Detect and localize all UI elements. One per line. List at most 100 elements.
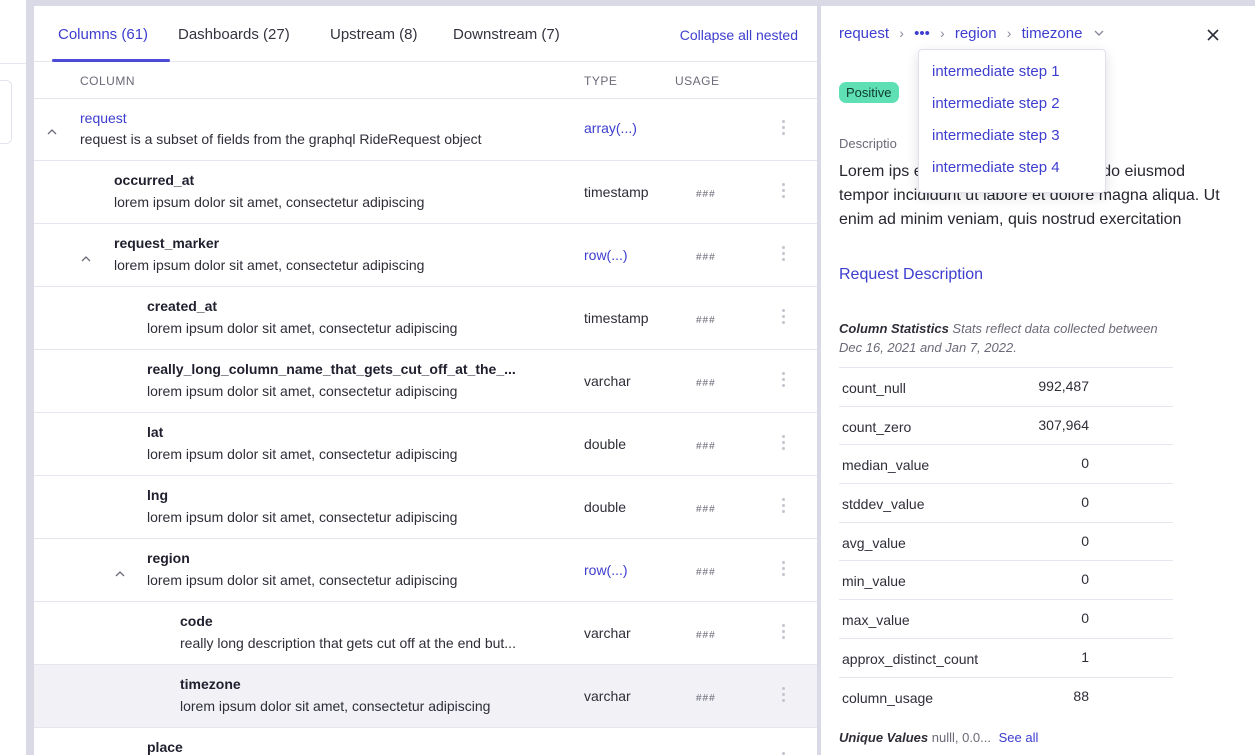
stat-value: 0 bbox=[1081, 532, 1089, 549]
column-description: lorem ipsum dolor sit amet, consectetur … bbox=[180, 698, 491, 714]
column-usage: ### bbox=[696, 630, 716, 641]
kebab-menu-icon[interactable] bbox=[780, 498, 786, 516]
tab-columns[interactable]: Columns (61) bbox=[58, 26, 148, 43]
column-header-usage: USAGE bbox=[675, 74, 720, 88]
table-row[interactable]: code really long description that gets c… bbox=[34, 602, 817, 665]
close-icon[interactable] bbox=[1203, 25, 1223, 45]
column-description: lorem ipsum dolor sit amet, consectetur … bbox=[147, 572, 458, 588]
gutter-divider bbox=[0, 63, 26, 64]
column-description: really long description that gets cut of… bbox=[180, 635, 516, 651]
table-row[interactable]: lng lorem ipsum dolor sit amet, consecte… bbox=[34, 476, 817, 539]
breadcrumb-dropdown-menu: intermediate step 1 intermediate step 2 … bbox=[918, 49, 1106, 193]
column-type: timestamp bbox=[584, 184, 649, 200]
stat-key: count_zero bbox=[842, 418, 912, 435]
stats-title: Column Statistics bbox=[839, 321, 949, 336]
description-label: Descriptio bbox=[839, 136, 897, 151]
breadcrumb-item-request[interactable]: request bbox=[839, 25, 889, 42]
column-type: varchar bbox=[584, 688, 631, 704]
unique-values-preview: nulll, 0.0... bbox=[931, 730, 991, 745]
stat-key: approx_distinct_count bbox=[842, 650, 979, 667]
column-type[interactable]: row(...) bbox=[584, 562, 628, 578]
see-all-link[interactable]: See all bbox=[999, 730, 1039, 745]
column-description: lorem ipsum dolor sit amet, consectetur … bbox=[114, 257, 425, 273]
column-header-type: TYPE bbox=[584, 74, 618, 88]
column-type[interactable]: array(...) bbox=[584, 120, 637, 136]
column-type: double bbox=[584, 436, 627, 452]
table-row[interactable]: occurred_at lorem ipsum dolor sit amet, … bbox=[34, 161, 817, 224]
stat-row: stddev_value 0 bbox=[839, 483, 1173, 522]
column-type[interactable]: row(...) bbox=[584, 247, 628, 263]
column-name: place bbox=[147, 739, 183, 755]
column-usage: ### bbox=[696, 693, 716, 704]
column-usage: ### bbox=[696, 378, 716, 389]
breadcrumb-item-timezone[interactable]: timezone bbox=[1022, 25, 1083, 42]
column-name: request_marker bbox=[114, 235, 220, 251]
column-name[interactable]: request bbox=[80, 110, 127, 126]
chevron-up-icon[interactable] bbox=[113, 567, 127, 581]
stat-value: 1 bbox=[1081, 648, 1089, 665]
statistics-table: count_null 992,487 count_zero 307,964 medi… bbox=[839, 367, 1173, 715]
stat-row: max_value 0 bbox=[839, 599, 1173, 638]
stat-value: 0 bbox=[1081, 610, 1089, 627]
kebab-menu-icon[interactable] bbox=[780, 561, 786, 579]
table-row[interactable]: really_long_column_name_that_gets_cut_of… bbox=[34, 350, 817, 413]
table-row[interactable]: region lorem ipsum dolor sit amet, conse… bbox=[34, 539, 817, 602]
dropdown-item[interactable]: intermediate step 3 bbox=[932, 127, 1060, 144]
stat-value: 0 bbox=[1081, 494, 1089, 511]
breadcrumb-ellipsis-button[interactable]: ••• bbox=[914, 25, 930, 42]
table-row[interactable]: lat lorem ipsum dolor sit amet, consecte… bbox=[34, 413, 817, 476]
kebab-menu-icon[interactable] bbox=[780, 120, 786, 138]
kebab-menu-icon[interactable] bbox=[780, 372, 786, 390]
stat-row: approx_distinct_count 1 bbox=[839, 637, 1173, 677]
column-statistics-heading: Column Statistics Stats reflect data col… bbox=[839, 319, 1169, 357]
column-name: really_long_column_name_that_gets_cut_of… bbox=[147, 361, 516, 377]
column-description: lorem ipsum dolor sit amet, consectetur … bbox=[147, 446, 458, 462]
column-usage: ### bbox=[696, 504, 716, 515]
chevron-down-icon[interactable] bbox=[1093, 25, 1105, 42]
kebab-menu-icon[interactable] bbox=[780, 687, 786, 705]
kebab-menu-icon[interactable] bbox=[780, 435, 786, 453]
stat-key: count_null bbox=[842, 380, 906, 396]
breadcrumb-item-region[interactable]: region bbox=[955, 25, 997, 42]
stat-key: min_value bbox=[842, 573, 906, 590]
tab-downstream[interactable]: Downstream (7) bbox=[453, 26, 560, 43]
stat-row: avg_value 0 bbox=[839, 521, 1173, 561]
table-row[interactable]: request request is a subset of fields fr… bbox=[34, 100, 817, 161]
stat-row: count_zero 307,964 bbox=[839, 405, 1173, 445]
kebab-menu-icon[interactable] bbox=[780, 624, 786, 642]
dropdown-item[interactable]: intermediate step 4 bbox=[932, 159, 1060, 176]
table-header: COLUMN TYPE USAGE bbox=[34, 63, 817, 99]
columns-panel: Columns (61) Dashboards (27) Upstream (8… bbox=[34, 6, 817, 755]
column-type: timestamp bbox=[584, 310, 649, 326]
chevron-up-icon[interactable] bbox=[45, 125, 59, 139]
table-row[interactable]: place bbox=[34, 728, 817, 755]
dropdown-item[interactable]: intermediate step 1 bbox=[932, 63, 1060, 80]
table-row-selected[interactable]: timezone lorem ipsum dolor sit amet, con… bbox=[34, 665, 817, 728]
unique-values-label: Unique Values bbox=[839, 730, 929, 745]
column-name: region bbox=[147, 550, 190, 566]
column-name: occurred_at bbox=[114, 172, 195, 188]
chevron-up-icon[interactable] bbox=[79, 252, 93, 266]
breadcrumb: request › ••• › region › timezone bbox=[839, 24, 1105, 42]
dropdown-item[interactable]: intermediate step 2 bbox=[932, 95, 1060, 112]
stat-row: count_null 992,487 bbox=[839, 367, 1173, 406]
column-usage: ### bbox=[696, 252, 716, 263]
column-description: request is a subset of fields from the g… bbox=[80, 131, 482, 147]
kebab-menu-icon[interactable] bbox=[780, 246, 786, 264]
stat-key: median_value bbox=[842, 457, 930, 474]
column-type: varchar bbox=[584, 625, 631, 641]
tab-dashboards[interactable]: Dashboards (27) bbox=[178, 26, 290, 43]
collapse-all-nested-button[interactable]: Collapse all nested bbox=[680, 27, 798, 43]
tab-upstream[interactable]: Upstream (8) bbox=[330, 26, 418, 43]
stat-value: 0 bbox=[1081, 571, 1089, 588]
kebab-menu-icon[interactable] bbox=[780, 183, 786, 201]
kebab-menu-icon[interactable] bbox=[780, 309, 786, 327]
column-description: lorem ipsum dolor sit amet, consectetur … bbox=[114, 194, 425, 210]
stat-key: max_value bbox=[842, 612, 910, 629]
table-row[interactable]: request_marker lorem ipsum dolor sit ame… bbox=[34, 224, 817, 287]
column-type: double bbox=[584, 499, 627, 515]
stat-key: stddev_value bbox=[842, 496, 925, 513]
table-row[interactable]: created_at lorem ipsum dolor sit amet, c… bbox=[34, 287, 817, 350]
column-usage: ### bbox=[696, 441, 716, 452]
request-description-link[interactable]: Request Description bbox=[839, 266, 983, 284]
